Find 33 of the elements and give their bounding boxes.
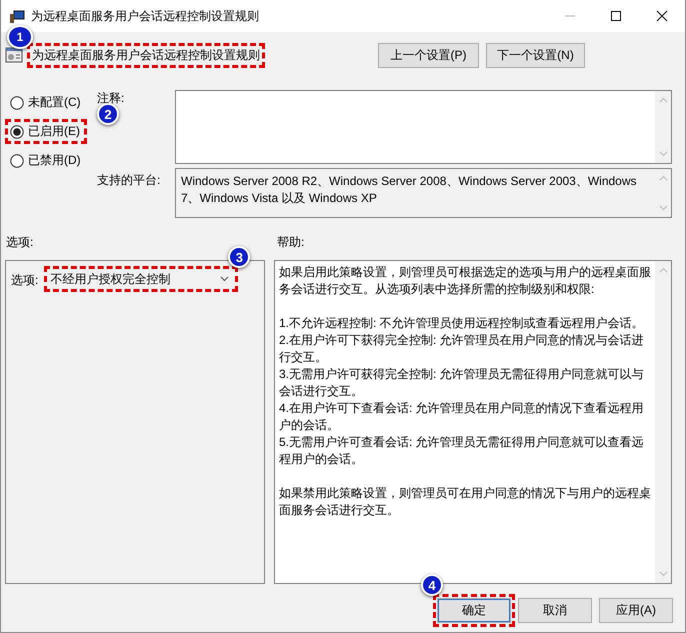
policy-setting-icon — [5, 47, 23, 63]
radio-option[interactable]: 已启用(E) — [5, 119, 87, 144]
comment-field[interactable] — [175, 90, 672, 164]
scrollbar[interactable] — [655, 261, 671, 583]
computer-icon — [9, 8, 25, 24]
help-heading: 帮助: — [277, 234, 304, 251]
next-setting-button[interactable]: 下一个设置(N) — [486, 42, 585, 68]
help-text: 2.在用户许可下获得完全控制: 允许管理员在用户同意的情况与会话进行交互。 — [279, 332, 645, 366]
radio-option[interactable]: 已禁用(D) — [5, 148, 88, 173]
cancel-button[interactable]: 取消 — [518, 598, 592, 623]
options-label: 选项: — [11, 272, 38, 289]
platform-label: 支持的平台: — [97, 172, 160, 189]
caret-icon — [220, 276, 230, 282]
options-heading: 选项: — [6, 234, 34, 251]
radio-button[interactable] — [10, 96, 24, 110]
scrollbar[interactable] — [655, 91, 671, 163]
window-title: 为远程桌面服务用户会话远程控制设置规则 — [31, 8, 260, 24]
help-text: 如果禁用此策略设置，则管理员可在用户同意的情况下与用户的远程桌面服务会话进行交互。 — [279, 485, 652, 519]
step-number-badge: 3 — [228, 246, 250, 268]
apply-button[interactable]: 应用(A) — [599, 598, 673, 623]
step-number-badge: 2 — [97, 103, 119, 125]
help-text: 3.无需用户许可获得完全控制: 允许管理员无需征得用户同意就可以与会话进行交互。 — [279, 366, 645, 400]
setting-title: 为远程桌面服务用户会话远程控制设置规则 — [27, 42, 265, 68]
radio-option[interactable]: 未配置(C) — [5, 90, 88, 115]
help-text: 如果启用此策略设置，则管理员可根据选定的选项与用户的远程桌面服务会话进行交互。从选项列表中选择所需的控制级别和权限: — [279, 264, 652, 298]
radio-button[interactable] — [10, 154, 24, 168]
help-text: 4.在用户许可下查看会话: 允许管理员在用户同意的情况下查看远程用户的会话。 — [279, 400, 645, 434]
options-dropdown[interactable]: 不经用户授权完全控制 — [44, 266, 238, 292]
platform-text: Windows Server 2008 R2、Windows Server 2008、Windows Server 2003、Windows 7、Windows Vista 以及 Windows XP — [180, 173, 638, 207]
help-text: 1.不允许远程控制: 不允许管理员使用远程控制或查看远程用户会话。 — [279, 315, 645, 332]
previous-setting-button[interactable]: 上一个设置(P) — [378, 42, 479, 68]
help-text: 5.无需用户许可查看会话: 允许管理员无需征得用户同意就可以查看远程用户的会话。 — [279, 434, 645, 468]
radio-button[interactable] — [10, 124, 24, 138]
